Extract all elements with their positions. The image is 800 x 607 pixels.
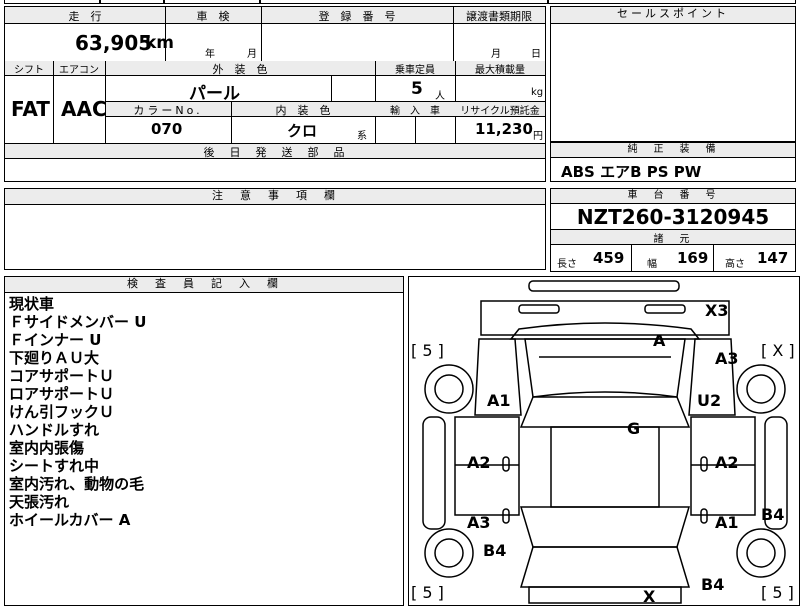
aircon-header: エアコン (59, 65, 99, 76)
standard-equipment-header: 純 正 装 備 (551, 143, 795, 158)
inspector-notes-panel: 検 査 員 記 入 欄 現状車 Ｆサイドメンバー U Ｆインナー U 下廻りＡＵ… (4, 276, 404, 606)
note-line: 室内内張傷 (9, 439, 85, 457)
mileage-value: 63,905 (75, 31, 153, 55)
damage-mark: A2 (467, 453, 491, 472)
damage-mark: A (653, 331, 666, 350)
note-line: Ｆサイドメンバー U (9, 313, 147, 331)
bracket-mark: [ 5 ] (411, 341, 444, 360)
damage-mark: A3 (715, 349, 739, 368)
cautions-header: 注 意 事 項 欄 (5, 189, 545, 205)
capacity-unit: 人 (435, 91, 445, 102)
damage-mark: A3 (467, 513, 491, 532)
damage-mark: A1 (487, 391, 511, 410)
car-outline-drawing (422, 280, 788, 604)
note-line: シートすれ中 (9, 457, 100, 475)
chassis-number: NZT260-3120945 (576, 205, 770, 229)
inspector-notes-header: 検 査 員 記 入 欄 (5, 277, 403, 293)
recycle-header: リサイクル預託金 (460, 106, 540, 117)
import-header: 輸 入 車 (390, 106, 440, 117)
max-load-unit: kg (531, 87, 544, 98)
damage-mark: X (643, 587, 656, 606)
note-line: ハンドルすれ (9, 421, 100, 439)
color-no-header: カラーNo. (133, 104, 203, 117)
interior-color-header: 内 装 色 (275, 104, 331, 117)
bracket-mark: [ 5 ] (411, 583, 444, 602)
damage-mark: B4 (483, 541, 507, 560)
damage-mark: X3 (705, 301, 729, 320)
mileage-header: 走 行 (68, 10, 102, 23)
inspector-notes-list: 現状車 Ｆサイドメンバー U Ｆインナー U 下廻りＡＵ大 コアサポートＵ ロア… (9, 295, 146, 529)
car-damage-diagram: X3 A A3 A1 U2 G A2 A2 A3 A1 B4 B4 B4 X [… (408, 276, 800, 606)
standard-equipment-panel: 純 正 装 備 ABS エアB PS PW (550, 142, 796, 182)
aircon-value: AAC (61, 97, 107, 121)
damage-mark: A2 (715, 453, 739, 472)
note-line: 現状車 (9, 295, 55, 313)
damage-mark: U2 (697, 391, 722, 410)
capacity-header: 乗車定員 (395, 65, 435, 76)
height-value: 147 (757, 249, 789, 267)
note-line: けん引フックＵ (9, 403, 115, 421)
inspection-header: 車 検 (196, 10, 230, 23)
width-label: 幅 (647, 259, 657, 270)
color-no-value: 070 (151, 120, 183, 138)
transfer-day-label: 日 (531, 49, 541, 60)
shift-value: FAT (11, 97, 50, 121)
length-label: 長さ (557, 259, 577, 270)
exterior-color-header: 外 装 色 (212, 63, 268, 76)
damage-mark: G (627, 419, 641, 438)
height-label: 高さ (725, 259, 745, 270)
transfer-month-label: 月 (491, 49, 501, 60)
shipping-parts-header: 後 日 発 送 部 品 (203, 146, 347, 159)
length-value: 459 (593, 249, 625, 267)
standard-equipment-value: ABS エアB PS PW (561, 163, 702, 181)
damage-mark: B4 (701, 575, 725, 594)
note-line: ホイールカバー A (9, 511, 131, 529)
chassis-header: 車 台 番 号 (551, 189, 795, 204)
note-line: ロアサポートＵ (9, 385, 115, 403)
inspection-month-label: 月 (247, 49, 257, 60)
interior-color-value: クロ (287, 122, 318, 140)
inspection-year-label: 年 (205, 49, 215, 60)
note-line: Ｆインナー U (9, 331, 102, 349)
note-line: 下廻りＡＵ大 (9, 349, 100, 367)
cautions-panel: 注 意 事 項 欄 (4, 188, 546, 270)
damage-mark: A1 (715, 513, 739, 532)
sales-point-header: セールスポイント (551, 7, 795, 24)
width-value: 169 (677, 249, 709, 267)
chassis-panel: 車 台 番 号 NZT260-3120945 諸 元 長さ 459 幅 169 … (550, 188, 796, 272)
capacity-value: 5 (411, 79, 423, 99)
damage-mark: B4 (761, 505, 785, 524)
note-line: 室内汚れ、動物の毛 (9, 475, 145, 493)
sales-point-panel: セールスポイント (550, 6, 796, 142)
interior-color-suffix: 系 (357, 131, 367, 142)
max-load-header: 最大積載量 (475, 65, 525, 76)
registration-header: 登 録 番 号 (318, 10, 396, 23)
mileage-unit: km (145, 33, 175, 53)
bracket-mark: [ 5 ] (761, 583, 794, 602)
vehicle-info-grid: 走 行 車 検 登 録 番 号 譲渡書類期限 63,905 km 年 月 月 日… (4, 6, 546, 182)
specs-header: 諸 元 (653, 234, 693, 245)
recycle-unit: 円 (533, 131, 543, 142)
transfer-header: 譲渡書類期限 (466, 10, 532, 23)
shift-header: シフト (14, 65, 44, 76)
bracket-mark: [ X ] (761, 341, 795, 360)
note-line: コアサポートＵ (9, 367, 115, 385)
recycle-value: 11,230 (475, 120, 533, 138)
note-line: 天張汚れ (9, 493, 70, 511)
